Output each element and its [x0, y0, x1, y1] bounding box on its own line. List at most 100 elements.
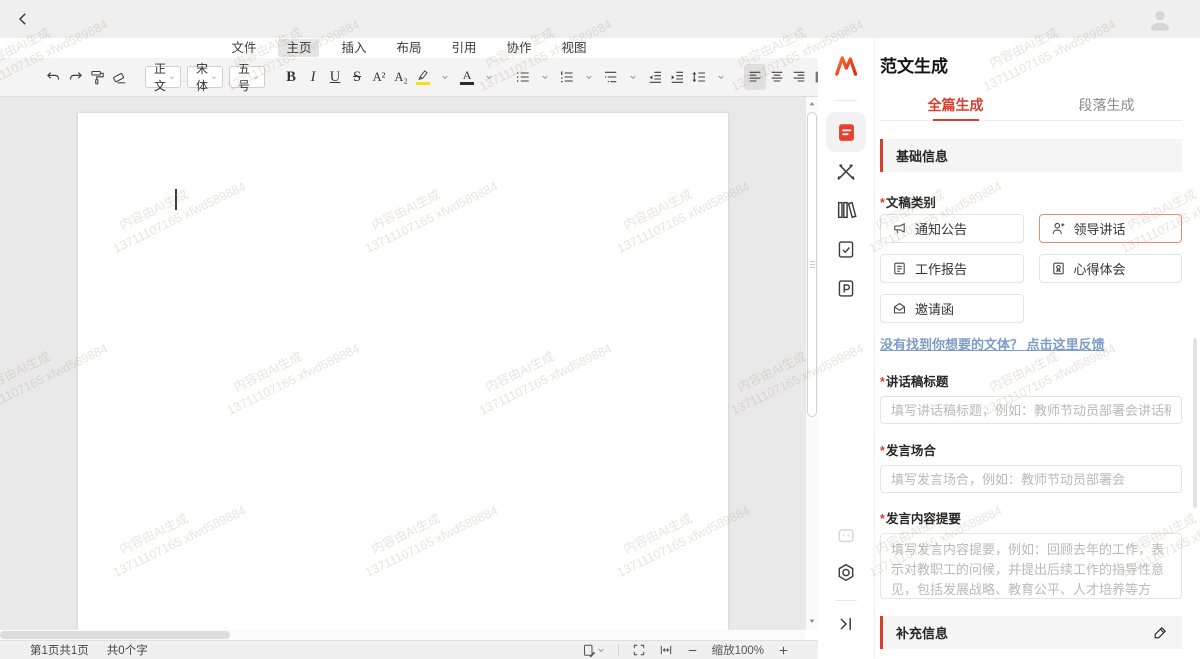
format-painter-button[interactable] — [86, 64, 108, 90]
edit-supplement-button[interactable] — [1153, 625, 1168, 640]
speech-occasion-input[interactable] — [880, 465, 1182, 493]
increase-indent-button[interactable] — [666, 64, 688, 90]
chevron-down-icon — [585, 73, 593, 81]
document-canvas[interactable] — [0, 97, 805, 630]
multilevel-list-button[interactable] — [600, 64, 622, 90]
eraser-icon — [111, 69, 128, 86]
font-family-select[interactable]: 宋体 — [187, 66, 223, 88]
font-color-button[interactable]: A — [456, 64, 478, 90]
subscript-button[interactable]: A₂ — [390, 64, 412, 90]
rail-writing-tools[interactable] — [835, 161, 857, 183]
required-mark: * — [880, 444, 885, 458]
menu-tab-layout[interactable]: 布局 — [388, 39, 429, 57]
chevron-down-icon — [441, 73, 449, 81]
category-report-button[interactable]: 工作报告 — [880, 254, 1024, 283]
highlight-color-dropdown[interactable] — [434, 64, 456, 90]
undo-button[interactable] — [42, 64, 64, 90]
speech-title-input[interactable] — [880, 396, 1182, 424]
chevron-down-icon — [541, 73, 549, 81]
document-page[interactable] — [78, 113, 728, 630]
rail-ai-assistant[interactable] — [835, 524, 857, 546]
crossed-pens-icon — [835, 161, 857, 183]
bullet-list-icon — [515, 69, 531, 85]
vertical-scrollbar[interactable] — [805, 97, 818, 630]
underline-button[interactable]: U — [324, 64, 346, 90]
numbered-list-button[interactable] — [556, 64, 578, 90]
statusbar-separator — [618, 644, 619, 656]
align-right-button[interactable] — [788, 64, 810, 90]
menu-tab-references[interactable]: 引用 — [444, 39, 485, 57]
rail-divider — [835, 100, 857, 101]
zoom-level[interactable]: 缩放100% — [712, 642, 764, 658]
numbered-list-dropdown[interactable] — [578, 64, 600, 90]
redo-button[interactable] — [64, 64, 86, 90]
rail-templates[interactable] — [836, 278, 857, 299]
horizontal-scrollbar[interactable] — [0, 630, 805, 640]
plus-icon — [777, 644, 790, 657]
back-button[interactable] — [12, 8, 34, 30]
italic-button[interactable]: I — [302, 64, 324, 90]
page-view-button[interactable] — [582, 643, 605, 658]
bold-button[interactable]: B — [280, 64, 302, 90]
category-reflection-button[interactable]: 心得体会 — [1039, 254, 1183, 283]
megaphone-icon — [892, 221, 907, 236]
fit-page-button[interactable] — [632, 643, 646, 657]
category-notice-button[interactable]: 通知公告 — [880, 214, 1024, 243]
avatar[interactable] — [1146, 5, 1174, 33]
subscript-label: A₂ — [394, 70, 407, 85]
page-edit-icon — [582, 643, 597, 658]
collapse-icon — [836, 614, 856, 634]
zoom-in-button[interactable] — [777, 644, 790, 657]
multilevel-list-dropdown[interactable] — [622, 64, 644, 90]
line-spacing-button[interactable] — [688, 64, 710, 90]
envelope-icon — [892, 301, 907, 316]
collapse-panel-button[interactable] — [836, 614, 856, 634]
align-center-icon — [769, 69, 785, 85]
category-speech-button[interactable]: 领导讲话 — [1039, 214, 1183, 243]
eraser-button[interactable] — [108, 64, 130, 90]
tab-full-generation[interactable]: 全篇生成 — [880, 95, 1031, 120]
section-supplement-label: 补充信息 — [896, 623, 948, 642]
horizontal-scrollbar-thumb[interactable] — [0, 631, 230, 639]
person-star-icon — [1051, 221, 1066, 236]
feedback-link[interactable]: 没有找到你想要的文体？ 点击这里反馈 — [880, 337, 1182, 352]
strikethrough-button[interactable]: S — [346, 64, 368, 90]
panel-scrollbar-thumb[interactable] — [1193, 338, 1197, 508]
italic-label: I — [311, 69, 316, 86]
content-summary-textarea[interactable] — [880, 533, 1182, 599]
bold-label: B — [286, 69, 296, 86]
highlight-color-button[interactable] — [412, 64, 434, 90]
font-size-select[interactable]: 五号 — [229, 66, 265, 88]
tab-paragraph-generation[interactable]: 段落生成 — [1031, 95, 1182, 120]
chevron-down-icon — [597, 646, 605, 654]
menu-tab-view[interactable]: 视图 — [554, 39, 595, 57]
menu-tab-file[interactable]: 文件 — [223, 39, 264, 57]
required-mark: * — [880, 375, 885, 389]
rail-proofread[interactable] — [836, 239, 857, 260]
scroll-up-button[interactable] — [806, 97, 818, 111]
menu-tab-home[interactable]: 主页 — [278, 39, 319, 57]
scroll-down-button[interactable] — [806, 614, 818, 628]
bullet-list-dropdown[interactable] — [534, 64, 556, 90]
superscript-button[interactable]: A² — [368, 64, 390, 90]
rail-doc-generator[interactable] — [826, 112, 866, 152]
decrease-indent-button[interactable] — [644, 64, 666, 90]
font-color-dropdown[interactable] — [478, 64, 500, 90]
section-basic-label: 基础信息 — [896, 146, 948, 165]
menu-tab-insert[interactable]: 插入 — [333, 39, 374, 57]
paragraph-style-select[interactable]: 正文 — [145, 66, 181, 88]
category-invitation-button[interactable]: 邀请函 — [880, 294, 1024, 323]
align-left-button[interactable] — [744, 64, 766, 90]
rail-settings[interactable] — [835, 562, 857, 584]
menu-tab-collaborate[interactable]: 协作 — [499, 39, 540, 57]
vertical-scrollbar-thumb[interactable] — [807, 112, 817, 417]
chevron-down-icon — [485, 73, 493, 81]
align-center-button[interactable] — [766, 64, 788, 90]
rail-library[interactable] — [835, 199, 857, 221]
align-right-icon — [791, 69, 807, 85]
zoom-out-button[interactable] — [686, 644, 699, 657]
bullet-list-button[interactable] — [512, 64, 534, 90]
line-spacing-dropdown[interactable] — [710, 64, 732, 90]
logo-icon — [833, 53, 859, 79]
fit-width-button[interactable] — [659, 643, 673, 657]
